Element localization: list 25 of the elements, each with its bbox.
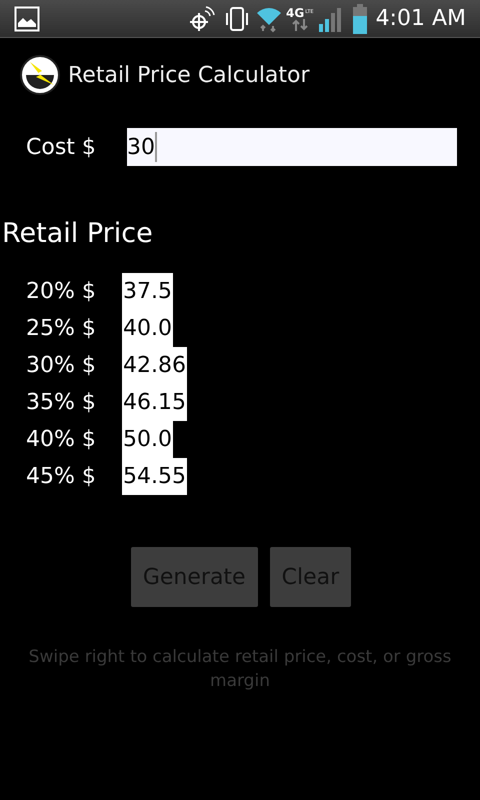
app-title: Retail Price Calculator (68, 62, 310, 90)
vibrate-icon (224, 4, 250, 32)
clock: 4:01 AM (376, 5, 466, 33)
percent-label: 35% $ (26, 389, 97, 417)
battery-icon (352, 4, 368, 34)
gps-icon (188, 4, 216, 32)
network-type: 4G (286, 6, 304, 18)
cost-label: Cost $ (26, 134, 97, 162)
retail-price-value: 46.15 (122, 384, 187, 421)
percent-label: 20% $ (26, 278, 97, 306)
percent-label: 30% $ (26, 352, 97, 380)
data-arrows-icon (290, 18, 309, 30)
image-icon (14, 6, 40, 32)
percent-label: 45% $ (26, 463, 97, 491)
retail-price-value: 50.0 (122, 421, 173, 458)
swipe-hint: Swipe right to calculate retail price, cost, or gross margin (28, 646, 452, 693)
retail-price-value: 54.55 (122, 458, 187, 495)
cost-input-field[interactable]: 30 (127, 128, 457, 166)
retail-price-value: 40.0 (122, 310, 173, 347)
lightning-logo-icon (20, 55, 60, 95)
retail-price-value: 37.5 (122, 273, 173, 310)
retail-price-value: 42.86 (122, 347, 187, 384)
percent-label: 25% $ (26, 315, 97, 343)
percent-label: 40% $ (26, 426, 97, 454)
retail-price-heading: Retail Price (1, 220, 154, 247)
